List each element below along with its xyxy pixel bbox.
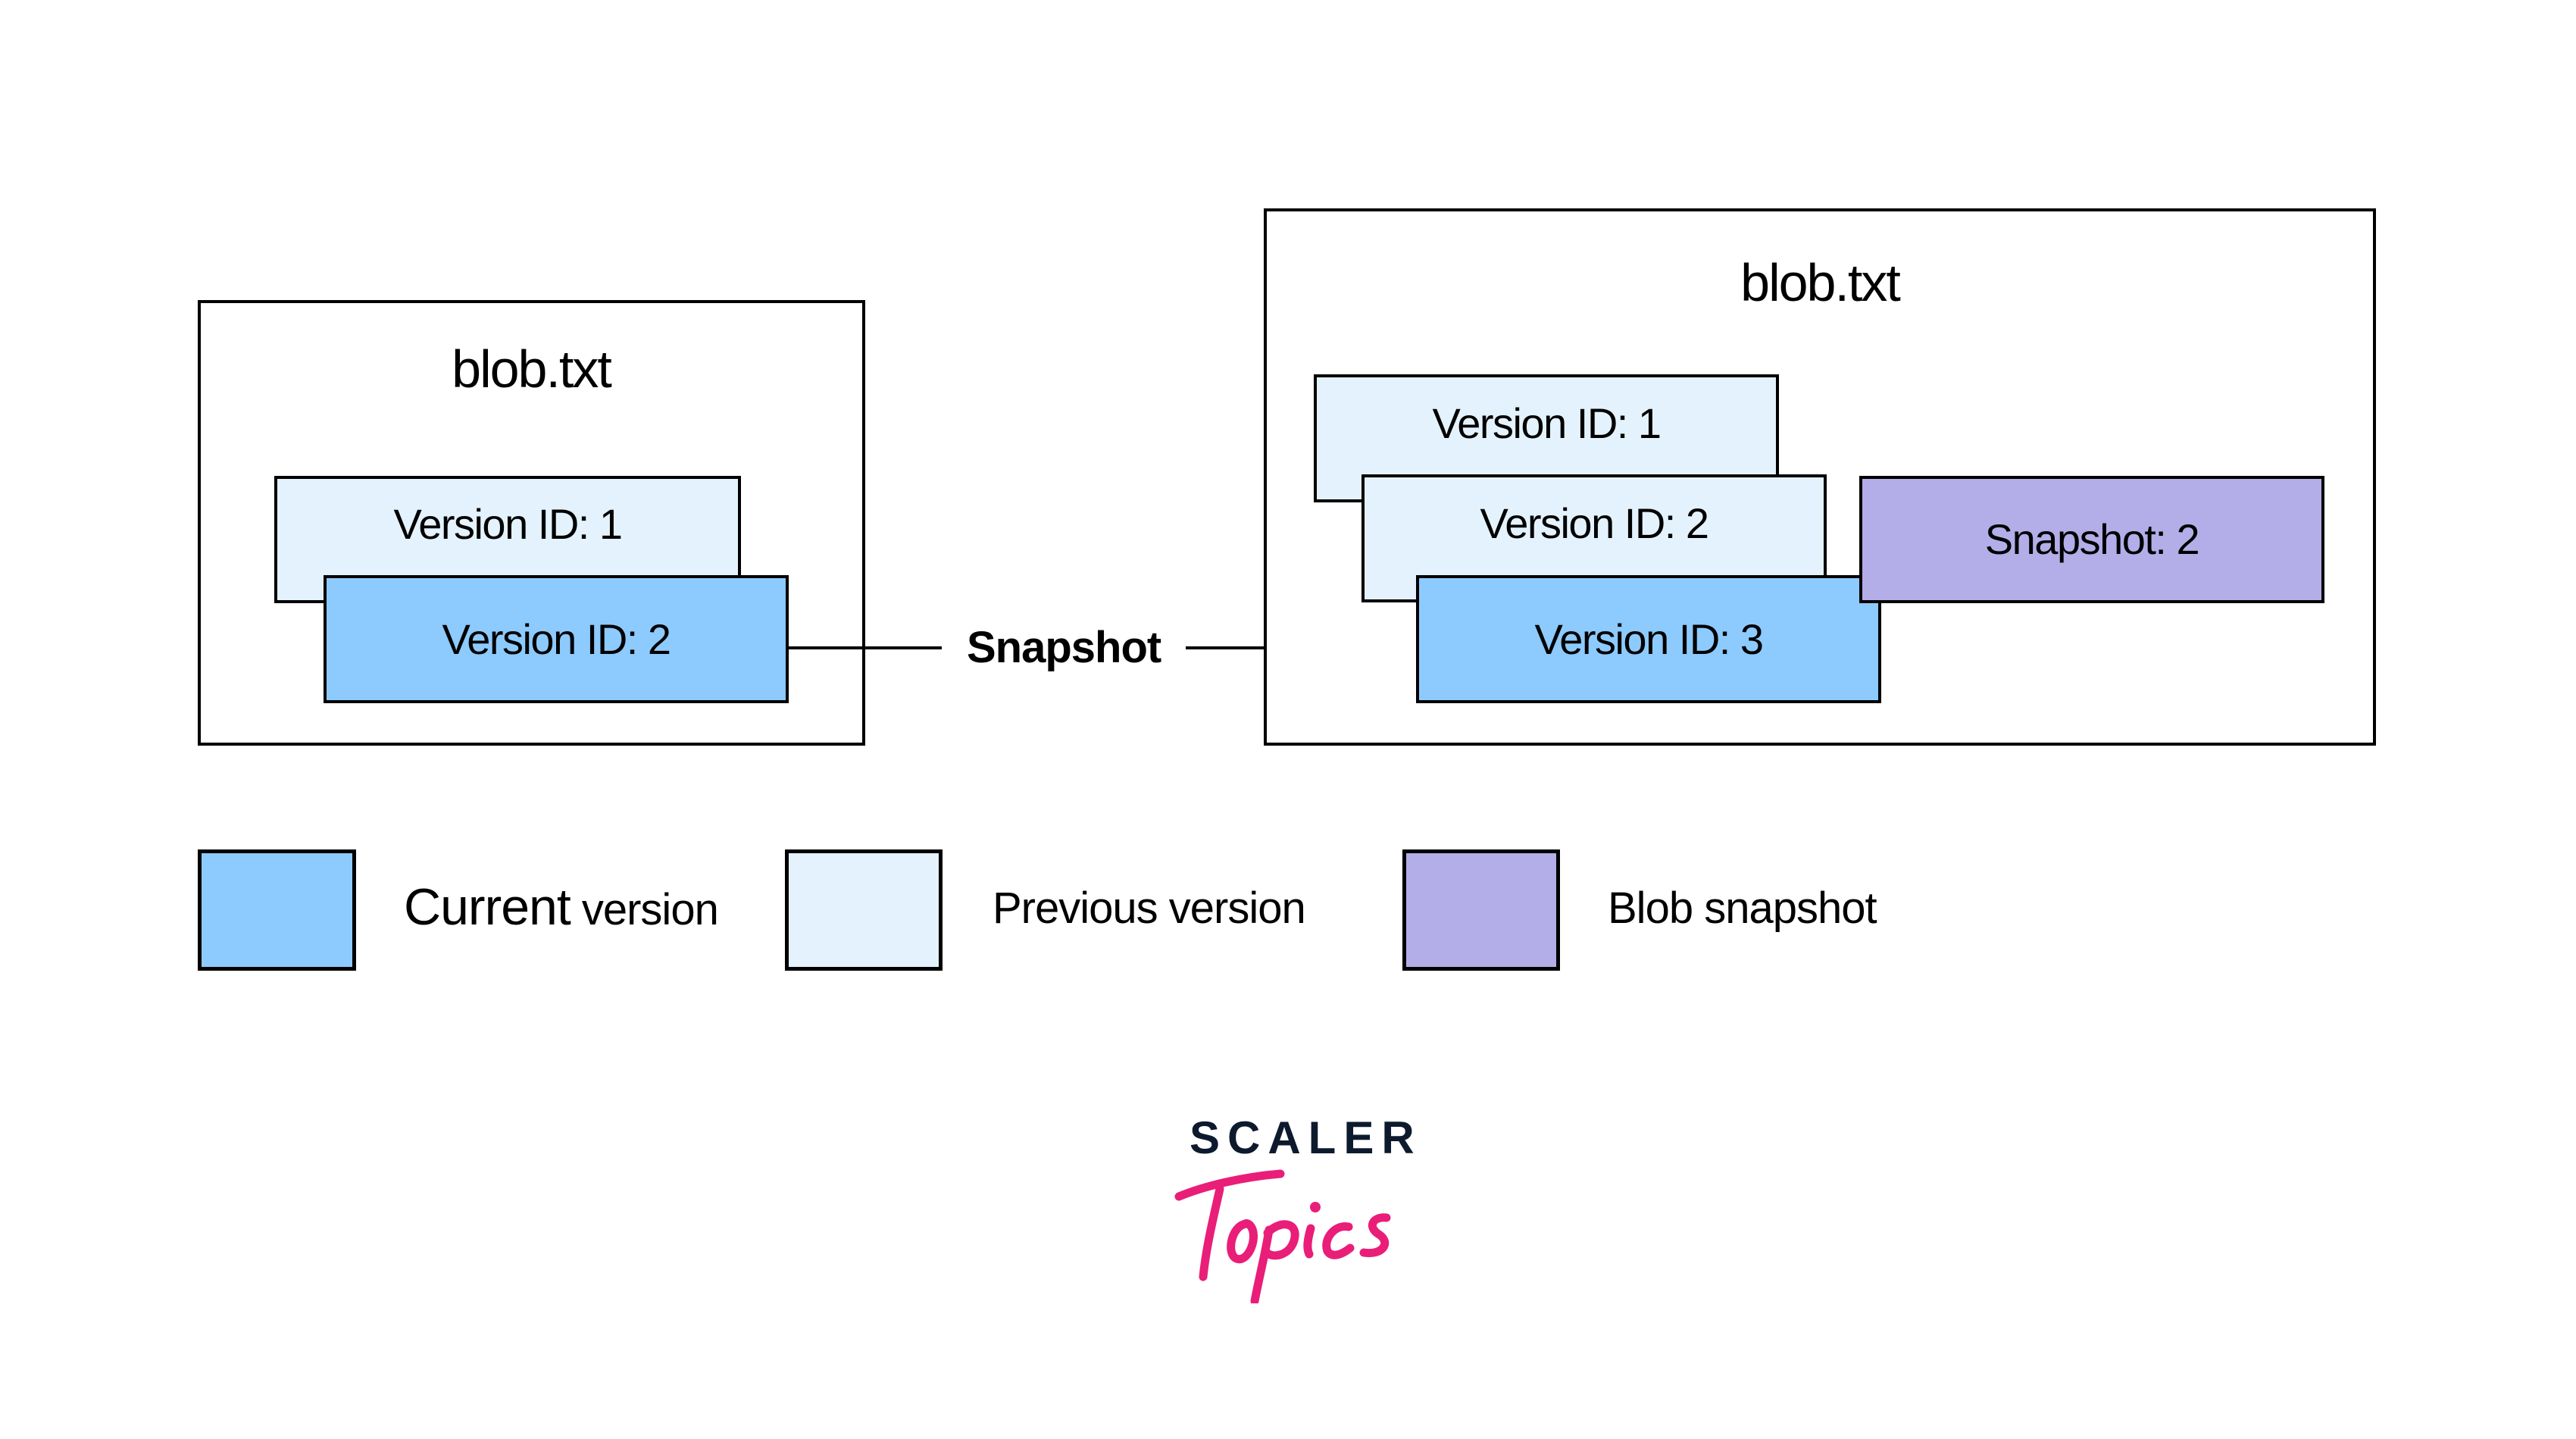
legend-swatch-previous: [785, 849, 943, 971]
after-snapshot-box: Snapshot: 2: [1859, 476, 2324, 603]
logo-topics-script: [1174, 1169, 1391, 1303]
after-version-3-label: Version ID: 3: [1534, 615, 1764, 663]
legend-label-snapshot: Blob snapshot: [1608, 884, 1877, 933]
legend-label-previous: Previous version: [993, 884, 1306, 933]
logo-scaler-text: SCALER: [1190, 1112, 1422, 1163]
snapshot-transition-label: Snapshot: [967, 623, 1161, 672]
legend-label-current-main: Current: [404, 878, 571, 936]
legend-swatch-snapshot: [1402, 849, 1560, 971]
after-version-3-box: Version ID: 3: [1416, 575, 1881, 703]
after-blob-title: blob.txt: [1740, 253, 1901, 312]
before-blob-title: blob.txt: [452, 339, 612, 399]
before-version-1-label: Version ID: 1: [393, 500, 623, 548]
after-version-2-label: Version ID: 2: [1480, 499, 1709, 547]
legend-label-current: Current version: [404, 878, 719, 936]
after-snapshot-label: Snapshot: 2: [1984, 515, 2200, 563]
before-version-2-label: Version ID: 2: [442, 615, 671, 663]
legend-swatch-current: [198, 849, 356, 971]
legend-label-current-rest: version: [570, 885, 719, 934]
after-version-1-label: Version ID: 1: [1432, 399, 1662, 447]
snapshot-connector-left: [788, 646, 942, 649]
before-version-2-box: Version ID: 2: [324, 575, 789, 703]
